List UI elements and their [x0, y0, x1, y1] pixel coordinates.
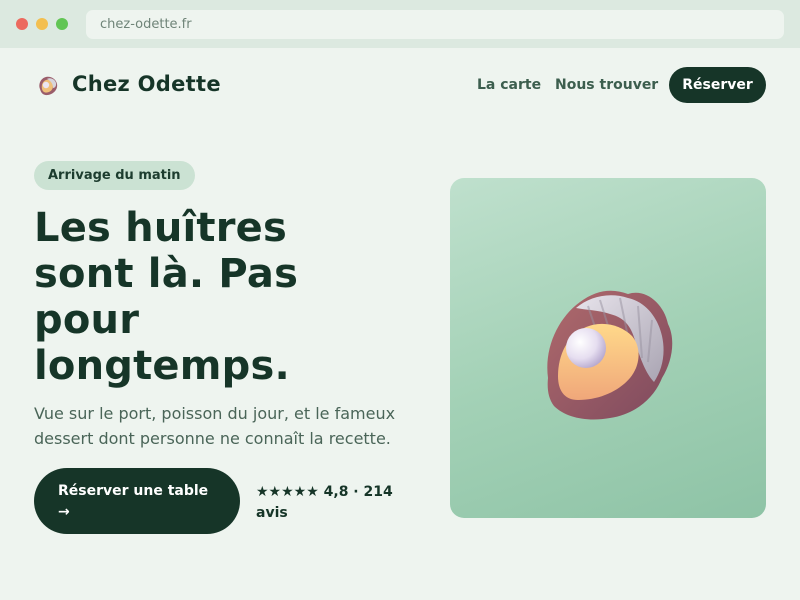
hero-subtitle: Vue sur le port, poisson du jour, et le …	[34, 404, 396, 448]
book-table-button[interactable]: Réserver une table →	[34, 468, 240, 534]
arrival-badge: Arrivage du matin	[34, 161, 195, 190]
url-text: chez-odette.fr	[100, 17, 192, 32]
minimize-window-button[interactable]	[36, 18, 48, 30]
browser-chrome: chez-odette.fr	[0, 0, 800, 48]
hero-headline: Les huîtres sont là. Pas pour longtemps.	[34, 205, 299, 389]
brand-name[interactable]: Chez Odette	[72, 72, 221, 96]
nav-link-find-us[interactable]: Nous trouver	[555, 77, 658, 93]
oyster-icon[interactable]	[36, 74, 60, 98]
oyster-pearl-icon	[547, 290, 673, 420]
close-window-button[interactable]	[16, 18, 28, 30]
hero-image-card	[450, 178, 766, 518]
browser-window: chez-odette.fr Chez Odette La carte Nous…	[0, 0, 800, 600]
nav-link-menu[interactable]: La carte	[477, 77, 541, 93]
address-bar[interactable]: chez-odette.fr	[86, 10, 784, 39]
maximize-window-button[interactable]	[56, 18, 68, 30]
rating-text: ★★★★★ 4,8 · 214 avis	[256, 484, 393, 521]
reserve-button[interactable]: Réserver	[669, 67, 766, 103]
